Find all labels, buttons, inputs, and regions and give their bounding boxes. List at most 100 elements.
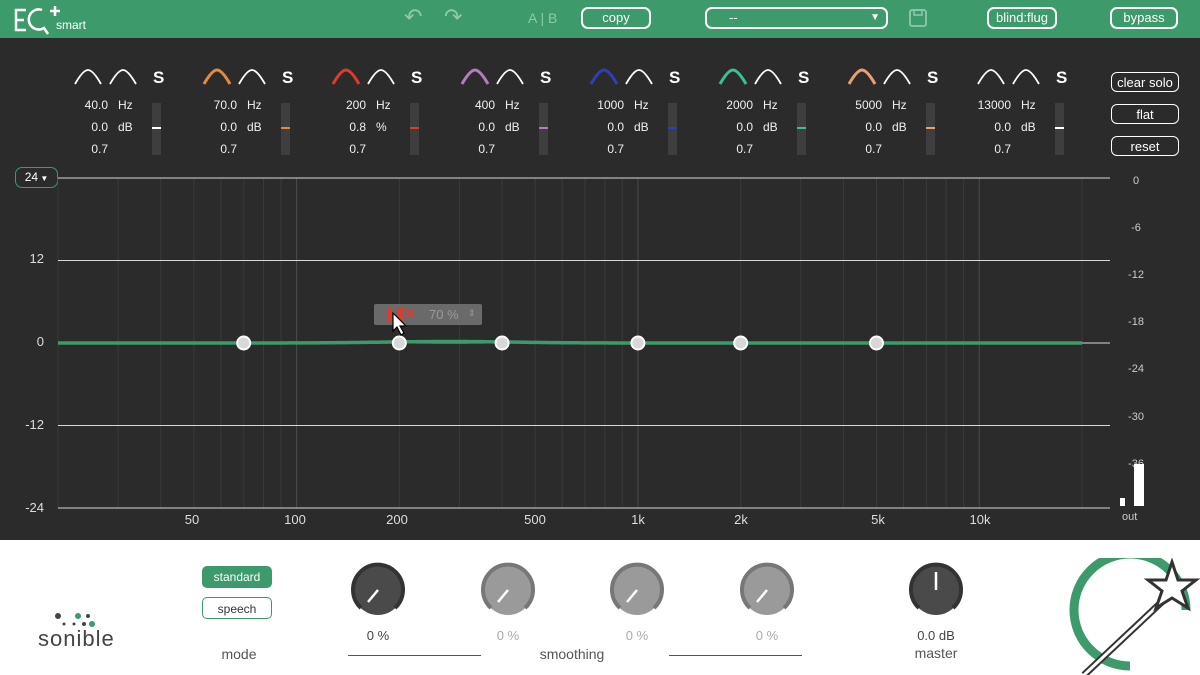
band-freq-value[interactable]: 70.0 (187, 98, 237, 112)
band-level-meter (539, 103, 548, 155)
band-q-value[interactable]: 0.7 (961, 142, 1011, 156)
solo-button[interactable]: S (669, 68, 680, 88)
band-gain-value[interactable]: 0.0 (703, 120, 753, 134)
band-node[interactable] (494, 335, 510, 351)
x-label: 50 (184, 512, 200, 527)
filter-type-icon[interactable] (460, 66, 500, 90)
eq-curve[interactable] (58, 339, 1082, 345)
smoothing-knob-2[interactable] (478, 560, 538, 620)
filter-type-icon[interactable] (718, 66, 758, 90)
stepper-icon[interactable]: ⇕ (468, 308, 476, 319)
preset-value: -- (729, 10, 738, 25)
y-label-minus12: -12 (25, 417, 44, 432)
x-label: 100 (284, 512, 306, 527)
eq-graph[interactable] (0, 170, 1110, 515)
band-freq-unit: Hz (505, 98, 520, 112)
filter-type-icon[interactable] (73, 66, 113, 90)
band-node[interactable] (630, 335, 646, 351)
band-freq-unit: Hz (892, 98, 907, 112)
master-knob[interactable] (906, 560, 966, 620)
filter-type-icon[interactable] (366, 66, 406, 90)
filter-type-icon[interactable] (108, 66, 148, 90)
band-node[interactable] (733, 335, 749, 351)
band-gain-value[interactable]: 0.0 (187, 120, 237, 134)
filter-type-icon[interactable] (976, 66, 1016, 90)
band-freq-value[interactable]: 400 (445, 98, 495, 112)
smoothing-knob-4[interactable] (737, 560, 797, 620)
blind-flug-button[interactable]: blind:flug (987, 7, 1057, 29)
x-label: 2k (734, 512, 748, 527)
band-node[interactable] (391, 335, 407, 351)
meter-label: -6 (1131, 222, 1141, 234)
redo-icon[interactable]: ↷ (444, 4, 462, 30)
band-q-value[interactable]: 0.7 (316, 142, 366, 156)
band-gain-unit: dB (1021, 120, 1036, 134)
band-q-value[interactable]: 0.7 (832, 142, 882, 156)
band-q-value[interactable]: 0.7 (58, 142, 108, 156)
undo-icon[interactable]: ↶ (404, 4, 422, 30)
x-label: 500 (524, 512, 546, 527)
filter-type-icon[interactable] (495, 66, 535, 90)
band-freq-value[interactable]: 13000 (961, 98, 1011, 112)
band-freq-value[interactable]: 200 (316, 98, 366, 112)
band-q-value[interactable]: 0.7 (187, 142, 237, 156)
popup-value[interactable]: 70 % (429, 307, 459, 322)
ab-compare[interactable]: A | B (528, 10, 557, 26)
band-gain-unit: dB (118, 120, 133, 134)
band-level-meter (668, 103, 677, 155)
smoothing-knob-1[interactable] (348, 560, 408, 620)
filter-type-icon[interactable] (589, 66, 629, 90)
filter-type-icon[interactable] (847, 66, 887, 90)
solo-button[interactable]: S (798, 68, 809, 88)
bypass-button[interactable]: bypass (1110, 7, 1178, 29)
x-label: 10k (969, 512, 991, 527)
filter-type-icon[interactable] (331, 66, 371, 90)
filter-type-icon[interactable] (237, 66, 277, 90)
band-q-value[interactable]: 0.7 (445, 142, 495, 156)
band-gain-value[interactable]: 0.0 (574, 120, 624, 134)
band-gain-value[interactable]: 0.0 (445, 120, 495, 134)
band-gain-value[interactable]: 0.8 (316, 120, 366, 134)
mode-standard-button[interactable]: standard (202, 566, 272, 588)
band-freq-value[interactable]: 1000 (574, 98, 624, 112)
solo-button[interactable]: S (1056, 68, 1067, 88)
band-level-meter (410, 103, 419, 155)
logo-subtitle: smart (56, 18, 86, 32)
smoothing-knob-3[interactable] (607, 560, 667, 620)
filter-type-icon[interactable] (1011, 66, 1051, 90)
filter-type-icon[interactable] (202, 66, 242, 90)
band-freq-value[interactable]: 40.0 (58, 98, 108, 112)
band-freq-value[interactable]: 5000 (832, 98, 882, 112)
solo-button[interactable]: S (540, 68, 551, 88)
band-gain-value[interactable]: 0.0 (832, 120, 882, 134)
band-node[interactable] (236, 335, 252, 351)
solo-button[interactable]: S (282, 68, 293, 88)
preset-dropdown[interactable]: -- ▼ (705, 7, 888, 29)
band-gain-value[interactable]: 0.0 (58, 120, 108, 134)
band-node[interactable] (868, 335, 884, 351)
band-freq-value[interactable]: 2000 (703, 98, 753, 112)
band-q-value[interactable]: 0.7 (703, 142, 753, 156)
solo-button[interactable]: S (411, 68, 422, 88)
solo-button[interactable]: S (927, 68, 938, 88)
out-meter-right (1134, 464, 1144, 506)
filter-type-icon[interactable] (624, 66, 664, 90)
x-label: 1k (631, 512, 645, 527)
solo-button[interactable]: S (153, 68, 164, 88)
flat-button[interactable]: flat (1111, 104, 1179, 124)
band-gain-value[interactable]: 0.0 (961, 120, 1011, 134)
copy-button[interactable]: copy (581, 7, 651, 29)
save-icon[interactable] (908, 8, 928, 28)
band-q-value[interactable]: 0.7 (574, 142, 624, 156)
reset-button[interactable]: reset (1111, 136, 1179, 156)
band-freq-unit: Hz (118, 98, 133, 112)
top-bar: smart ↶ ↷ A | B copy -- ▼ blind:flug byp… (0, 0, 1200, 38)
clear-solo-button[interactable]: clear solo (1111, 72, 1179, 92)
smart-wand-icon[interactable] (1064, 558, 1200, 675)
band-freq-unit: Hz (1021, 98, 1036, 112)
filter-type-icon[interactable] (753, 66, 793, 90)
mode-speech-button[interactable]: speech (202, 597, 272, 619)
out-meter-left (1120, 498, 1125, 506)
knob-3-value: 0 % (625, 628, 649, 643)
filter-type-icon[interactable] (882, 66, 922, 90)
